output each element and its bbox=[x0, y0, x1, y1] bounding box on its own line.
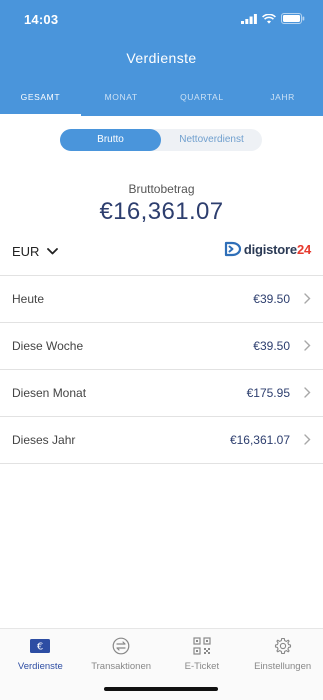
svg-text:€: € bbox=[37, 642, 43, 653]
amount-label: Bruttobetrag bbox=[128, 182, 195, 196]
netto-toggle-button[interactable]: Nettoverdienst bbox=[161, 129, 262, 151]
tab-monat[interactable]: MONAT bbox=[81, 86, 162, 116]
home-indicator bbox=[104, 687, 218, 691]
gross-net-toggle: Brutto Nettoverdienst bbox=[60, 129, 262, 151]
page-title: Verdienste bbox=[126, 50, 197, 66]
nav-label: Transaktionen bbox=[91, 661, 152, 672]
battery-icon bbox=[281, 13, 305, 24]
qr-code-icon bbox=[193, 637, 211, 655]
brutto-toggle-button[interactable]: Brutto bbox=[60, 129, 161, 151]
nav-label: E-Ticket bbox=[184, 661, 220, 672]
digistore-logo-icon bbox=[224, 241, 241, 257]
euro-card-icon: € bbox=[30, 639, 51, 653]
digistore24-logo: digistore24 bbox=[224, 240, 311, 258]
gear-icon bbox=[274, 637, 291, 655]
row-label: Heute bbox=[12, 292, 45, 306]
currency-selector[interactable]: EUR bbox=[12, 244, 59, 259]
row-value: €39.50 bbox=[253, 339, 290, 353]
row-value: €16,361.07 bbox=[229, 433, 290, 447]
transfer-arrows-icon bbox=[112, 637, 130, 655]
nav-label: Einstellungen bbox=[254, 661, 312, 672]
earnings-row-month[interactable]: Diesen Monat €175.95 bbox=[0, 370, 323, 417]
nav-einstellungen[interactable]: Einstellungen bbox=[242, 629, 323, 700]
tab-quartal[interactable]: QUARTAL bbox=[162, 86, 243, 116]
tab-jahr[interactable]: JAHR bbox=[242, 86, 323, 116]
row-label: Diese Woche bbox=[12, 339, 84, 353]
nav-label: Verdienste bbox=[17, 661, 63, 672]
chevron-right-icon bbox=[304, 387, 311, 398]
app-header: 14:03 Verdienste GESAMT MONAT QUARTAL JA… bbox=[0, 0, 323, 116]
earnings-row-week[interactable]: Diese Woche €39.50 bbox=[0, 323, 323, 370]
nav-verdienste[interactable]: € Verdienste bbox=[0, 629, 81, 700]
brand-text-accent: 24 bbox=[296, 241, 311, 257]
status-bar: 14:03 bbox=[0, 0, 323, 40]
chevron-right-icon bbox=[304, 340, 311, 351]
status-time: 14:03 bbox=[24, 12, 59, 27]
row-value: €39.50 bbox=[253, 292, 290, 306]
period-tabs: GESAMT MONAT QUARTAL JAHR bbox=[0, 86, 323, 116]
chevron-down-icon bbox=[47, 248, 59, 255]
tab-gesamt[interactable]: GESAMT bbox=[0, 86, 81, 116]
amount-value: €16,361.07 bbox=[99, 198, 224, 225]
earnings-row-year[interactable]: Dieses Jahr €16,361.07 bbox=[0, 417, 323, 464]
wifi-icon bbox=[262, 13, 276, 24]
brand-text-main: digistore bbox=[243, 241, 297, 257]
status-icons bbox=[241, 13, 305, 24]
row-label: Dieses Jahr bbox=[12, 433, 76, 447]
earnings-row-today[interactable]: Heute €39.50 bbox=[0, 276, 323, 323]
chevron-right-icon bbox=[304, 434, 311, 445]
brand-text: digistore24 bbox=[244, 242, 311, 257]
currency-label: EUR bbox=[12, 244, 40, 259]
row-value: €175.95 bbox=[246, 386, 290, 400]
earnings-list: Heute €39.50 Diese Woche €39.50 Diesen M… bbox=[0, 275, 323, 464]
signal-icon bbox=[241, 13, 257, 24]
row-label: Diesen Monat bbox=[12, 386, 87, 400]
chevron-right-icon bbox=[304, 293, 311, 304]
